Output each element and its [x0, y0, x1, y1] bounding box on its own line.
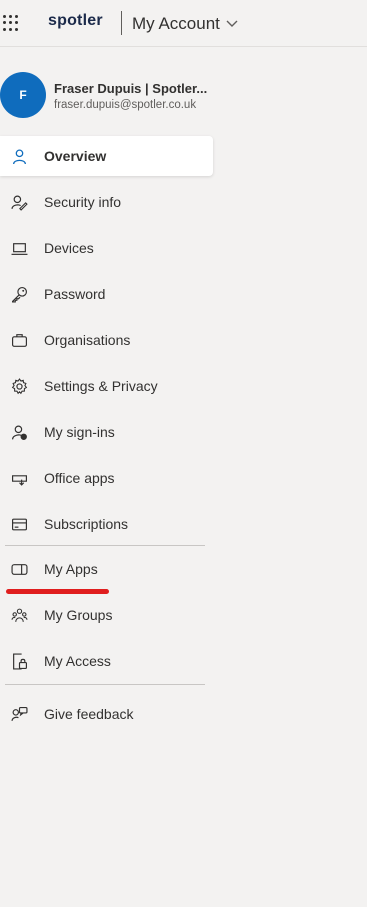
nav-item-security-info[interactable]: Security info: [0, 182, 213, 222]
avatar[interactable]: F: [0, 72, 46, 118]
nav-label: Organisations: [44, 332, 131, 348]
account-title-label: My Account: [132, 14, 220, 33]
annotation-underline: [6, 589, 109, 594]
security-info-icon: [11, 195, 28, 211]
profile-email: fraser.dupuis@spotler.co.uk: [54, 99, 197, 111]
person-icon: [13, 149, 26, 165]
nav-label: Settings & Privacy: [44, 378, 158, 394]
nav-item-my-apps[interactable]: My Apps: [0, 549, 213, 589]
nav-divider: [5, 545, 205, 546]
nav-label: Give feedback: [44, 706, 134, 722]
nav-label: Security info: [44, 194, 122, 210]
gear-icon: [11, 378, 28, 395]
nav-item-devices[interactable]: Devices: [0, 228, 213, 268]
nav-label: My Apps: [44, 561, 98, 577]
nav-item-organisations[interactable]: Organisations: [0, 320, 213, 360]
nav-item-office-apps[interactable]: Office apps: [0, 458, 213, 498]
nav-item-my-sign-ins[interactable]: My sign-ins: [0, 412, 213, 452]
nav-divider: [5, 684, 205, 685]
card-icon: [12, 518, 27, 531]
nav-label: My Groups: [44, 607, 113, 623]
chevron-down-icon: [226, 20, 238, 27]
profile-card: F Fraser Dupuis | Spotler... fraser.dupu…: [0, 72, 220, 120]
top-bar: spotler My Account: [0, 0, 367, 47]
groups-icon: [11, 608, 28, 622]
sign-ins-icon: [12, 425, 27, 440]
access-icon: [13, 653, 27, 670]
nav-item-subscriptions[interactable]: Subscriptions: [0, 504, 213, 544]
account-title[interactable]: My Account: [132, 14, 238, 34]
apps-icon: [11, 564, 28, 575]
nav-label: Office apps: [44, 470, 115, 486]
nav-item-my-groups[interactable]: My Groups: [0, 595, 213, 635]
nav-label: Password: [44, 286, 106, 302]
nav-label: Overview: [44, 148, 107, 164]
key-icon: [12, 287, 27, 303]
brand-logo[interactable]: spotler: [48, 12, 103, 30]
app-launcher-icon[interactable]: [3, 15, 19, 31]
header-divider: [121, 11, 122, 35]
nav-item-password[interactable]: Password: [0, 274, 213, 314]
nav-label: My Access: [44, 653, 111, 669]
nav-label: Subscriptions: [44, 516, 129, 532]
nav-label: My sign-ins: [44, 424, 115, 440]
nav-item-give-feedback[interactable]: Give feedback: [0, 694, 213, 734]
nav-label: Devices: [44, 240, 94, 256]
laptop-icon: [11, 243, 28, 255]
nav-item-settings-privacy[interactable]: Settings & Privacy: [0, 366, 213, 406]
feedback-icon: [11, 707, 28, 721]
nav-item-overview[interactable]: Overview: [0, 136, 213, 176]
briefcase-icon: [12, 334, 27, 347]
nav-item-my-access[interactable]: My Access: [0, 641, 213, 681]
profile-name: Fraser Dupuis | Spotler...: [54, 81, 208, 96]
sidebar-nav: Overview Security info Devices Password …: [0, 136, 213, 740]
office-apps-icon: [12, 475, 27, 486]
